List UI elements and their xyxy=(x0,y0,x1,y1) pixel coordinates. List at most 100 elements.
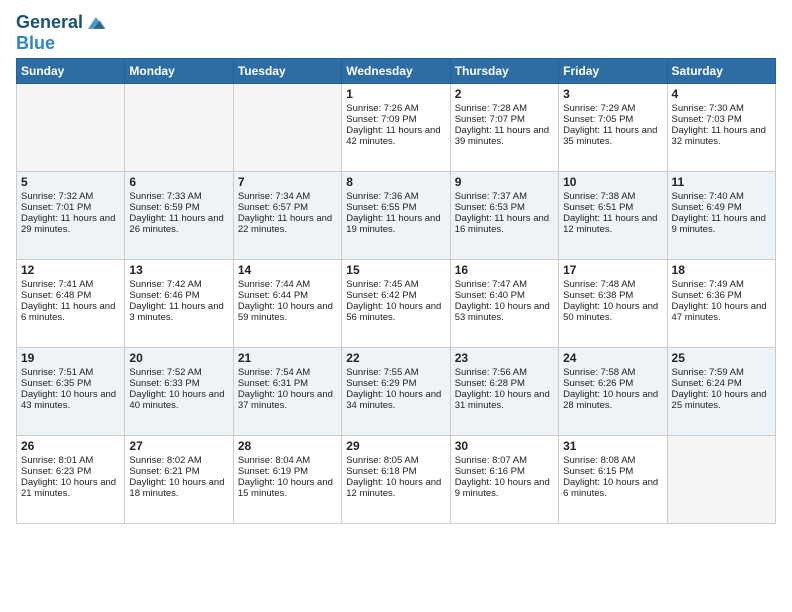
day-number: 2 xyxy=(455,87,554,101)
day-info: Daylight: 10 hours and 12 minutes. xyxy=(346,477,445,499)
calendar-cell: 7Sunrise: 7:34 AMSunset: 6:57 PMDaylight… xyxy=(233,171,341,259)
day-number: 3 xyxy=(563,87,662,101)
day-number: 5 xyxy=(21,175,120,189)
day-number: 6 xyxy=(129,175,228,189)
calendar-cell xyxy=(667,435,775,523)
day-info: Sunset: 7:05 PM xyxy=(563,114,662,125)
day-info: Sunrise: 7:34 AM xyxy=(238,191,337,202)
calendar-cell: 21Sunrise: 7:54 AMSunset: 6:31 PMDayligh… xyxy=(233,347,341,435)
calendar-cell: 30Sunrise: 8:07 AMSunset: 6:16 PMDayligh… xyxy=(450,435,558,523)
day-info: Daylight: 11 hours and 26 minutes. xyxy=(129,213,228,235)
day-info: Sunset: 7:03 PM xyxy=(672,114,771,125)
day-info: Sunset: 6:16 PM xyxy=(455,466,554,477)
day-info: Daylight: 11 hours and 29 minutes. xyxy=(21,213,120,235)
day-info: Sunset: 7:01 PM xyxy=(21,202,120,213)
day-info: Sunrise: 7:28 AM xyxy=(455,103,554,114)
day-info: Daylight: 10 hours and 59 minutes. xyxy=(238,301,337,323)
calendar-cell: 23Sunrise: 7:56 AMSunset: 6:28 PMDayligh… xyxy=(450,347,558,435)
day-info: Sunrise: 7:37 AM xyxy=(455,191,554,202)
day-info: Sunrise: 7:58 AM xyxy=(563,367,662,378)
day-number: 31 xyxy=(563,439,662,453)
calendar-cell: 26Sunrise: 8:01 AMSunset: 6:23 PMDayligh… xyxy=(17,435,125,523)
day-info: Sunrise: 7:45 AM xyxy=(346,279,445,290)
calendar-cell: 19Sunrise: 7:51 AMSunset: 6:35 PMDayligh… xyxy=(17,347,125,435)
day-info: Sunset: 6:57 PM xyxy=(238,202,337,213)
day-info: Daylight: 10 hours and 53 minutes. xyxy=(455,301,554,323)
day-number: 19 xyxy=(21,351,120,365)
calendar-header-tuesday: Tuesday xyxy=(233,58,341,83)
day-info: Daylight: 11 hours and 32 minutes. xyxy=(672,125,771,147)
logo-icon xyxy=(85,12,107,34)
day-info: Sunset: 6:36 PM xyxy=(672,290,771,301)
day-info: Sunset: 6:49 PM xyxy=(672,202,771,213)
logo: General Blue xyxy=(16,12,107,54)
day-info: Sunset: 7:07 PM xyxy=(455,114,554,125)
calendar-week-2: 5Sunrise: 7:32 AMSunset: 7:01 PMDaylight… xyxy=(17,171,776,259)
calendar: SundayMondayTuesdayWednesdayThursdayFrid… xyxy=(16,58,776,524)
calendar-header-saturday: Saturday xyxy=(667,58,775,83)
day-info: Daylight: 10 hours and 25 minutes. xyxy=(672,389,771,411)
page: General Blue Sunday xyxy=(0,0,792,532)
calendar-cell: 24Sunrise: 7:58 AMSunset: 6:26 PMDayligh… xyxy=(559,347,667,435)
day-info: Sunset: 6:21 PM xyxy=(129,466,228,477)
day-info: Sunset: 6:48 PM xyxy=(21,290,120,301)
calendar-cell: 20Sunrise: 7:52 AMSunset: 6:33 PMDayligh… xyxy=(125,347,233,435)
day-number: 21 xyxy=(238,351,337,365)
calendar-cell: 11Sunrise: 7:40 AMSunset: 6:49 PMDayligh… xyxy=(667,171,775,259)
day-info: Daylight: 11 hours and 9 minutes. xyxy=(672,213,771,235)
day-info: Sunset: 6:53 PM xyxy=(455,202,554,213)
calendar-header-wednesday: Wednesday xyxy=(342,58,450,83)
day-number: 15 xyxy=(346,263,445,277)
day-info: Daylight: 10 hours and 31 minutes. xyxy=(455,389,554,411)
day-number: 14 xyxy=(238,263,337,277)
calendar-cell: 18Sunrise: 7:49 AMSunset: 6:36 PMDayligh… xyxy=(667,259,775,347)
day-info: Sunrise: 7:52 AM xyxy=(129,367,228,378)
day-number: 18 xyxy=(672,263,771,277)
calendar-week-3: 12Sunrise: 7:41 AMSunset: 6:48 PMDayligh… xyxy=(17,259,776,347)
calendar-cell: 16Sunrise: 7:47 AMSunset: 6:40 PMDayligh… xyxy=(450,259,558,347)
day-info: Sunset: 6:59 PM xyxy=(129,202,228,213)
calendar-header-thursday: Thursday xyxy=(450,58,558,83)
calendar-cell: 29Sunrise: 8:05 AMSunset: 6:18 PMDayligh… xyxy=(342,435,450,523)
day-info: Sunset: 6:29 PM xyxy=(346,378,445,389)
day-number: 13 xyxy=(129,263,228,277)
day-info: Sunset: 6:31 PM xyxy=(238,378,337,389)
day-info: Daylight: 10 hours and 6 minutes. xyxy=(563,477,662,499)
day-number: 16 xyxy=(455,263,554,277)
day-number: 22 xyxy=(346,351,445,365)
calendar-cell: 8Sunrise: 7:36 AMSunset: 6:55 PMDaylight… xyxy=(342,171,450,259)
day-info: Sunset: 6:26 PM xyxy=(563,378,662,389)
day-info: Sunset: 6:28 PM xyxy=(455,378,554,389)
day-info: Sunset: 6:46 PM xyxy=(129,290,228,301)
day-info: Daylight: 10 hours and 40 minutes. xyxy=(129,389,228,411)
day-info: Sunrise: 8:02 AM xyxy=(129,455,228,466)
logo-text-line1: General xyxy=(16,13,83,33)
day-info: Daylight: 10 hours and 21 minutes. xyxy=(21,477,120,499)
calendar-header-friday: Friday xyxy=(559,58,667,83)
calendar-cell: 9Sunrise: 7:37 AMSunset: 6:53 PMDaylight… xyxy=(450,171,558,259)
day-number: 28 xyxy=(238,439,337,453)
logo-text-line2: Blue xyxy=(16,34,55,54)
day-info: Daylight: 10 hours and 18 minutes. xyxy=(129,477,228,499)
calendar-cell: 6Sunrise: 7:33 AMSunset: 6:59 PMDaylight… xyxy=(125,171,233,259)
calendar-week-1: 1Sunrise: 7:26 AMSunset: 7:09 PMDaylight… xyxy=(17,83,776,171)
day-info: Sunset: 6:23 PM xyxy=(21,466,120,477)
calendar-header-row: SundayMondayTuesdayWednesdayThursdayFrid… xyxy=(17,58,776,83)
calendar-cell: 25Sunrise: 7:59 AMSunset: 6:24 PMDayligh… xyxy=(667,347,775,435)
calendar-cell: 14Sunrise: 7:44 AMSunset: 6:44 PMDayligh… xyxy=(233,259,341,347)
day-number: 26 xyxy=(21,439,120,453)
day-info: Sunset: 6:18 PM xyxy=(346,466,445,477)
calendar-cell: 15Sunrise: 7:45 AMSunset: 6:42 PMDayligh… xyxy=(342,259,450,347)
day-number: 4 xyxy=(672,87,771,101)
day-info: Sunrise: 7:36 AM xyxy=(346,191,445,202)
calendar-header-monday: Monday xyxy=(125,58,233,83)
day-number: 7 xyxy=(238,175,337,189)
day-info: Sunset: 6:33 PM xyxy=(129,378,228,389)
day-info: Sunrise: 7:42 AM xyxy=(129,279,228,290)
day-info: Sunrise: 8:07 AM xyxy=(455,455,554,466)
calendar-cell xyxy=(125,83,233,171)
day-number: 25 xyxy=(672,351,771,365)
day-info: Daylight: 10 hours and 43 minutes. xyxy=(21,389,120,411)
calendar-cell: 28Sunrise: 8:04 AMSunset: 6:19 PMDayligh… xyxy=(233,435,341,523)
calendar-cell: 2Sunrise: 7:28 AMSunset: 7:07 PMDaylight… xyxy=(450,83,558,171)
